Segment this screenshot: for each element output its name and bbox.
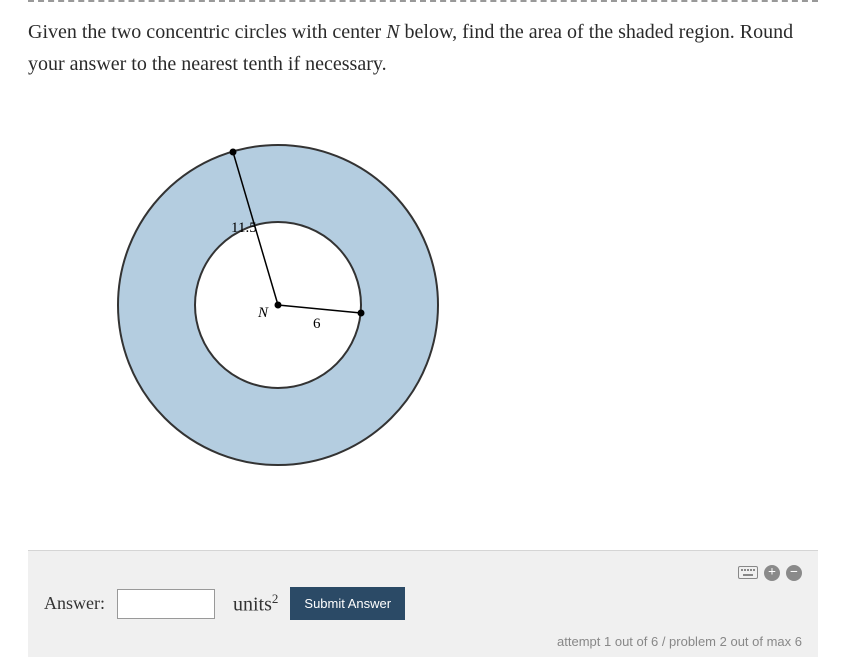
center-variable: N <box>386 21 399 43</box>
icon-row: + − <box>44 565 802 581</box>
answer-input[interactable] <box>117 589 215 619</box>
answer-label: Answer: <box>44 593 105 614</box>
zoom-out-icon[interactable]: − <box>786 565 802 581</box>
attempt-info: attempt 1 out of 6 / problem 2 out of ma… <box>44 634 802 649</box>
units-label: units2 <box>233 591 278 617</box>
question-prefix: Given the two concentric circles with ce… <box>28 21 386 43</box>
outer-radius-label: 11.5 <box>231 220 257 236</box>
keyboard-icon[interactable] <box>738 565 758 579</box>
inner-radius-label: 6 <box>313 316 321 332</box>
zoom-in-icon[interactable]: + <box>764 565 780 581</box>
center-point <box>275 302 282 309</box>
submit-answer-button[interactable]: Submit Answer <box>290 587 405 620</box>
answer-bar: + − Answer: units2 Submit Answer attempt… <box>28 550 818 657</box>
question-text: Given the two concentric circles with ce… <box>28 16 818 80</box>
concentric-circles-diagram: 11.5 N 6 <box>88 110 468 490</box>
question-area: Given the two concentric circles with ce… <box>0 2 846 550</box>
units-text: units <box>233 593 272 615</box>
diagram-container: 11.5 N 6 <box>28 110 818 490</box>
inner-radius-endpoint <box>358 310 365 317</box>
center-label: N <box>257 305 269 321</box>
outer-radius-endpoint <box>230 149 237 156</box>
answer-row: Answer: units2 Submit Answer <box>44 587 802 620</box>
units-exponent: 2 <box>272 591 279 606</box>
